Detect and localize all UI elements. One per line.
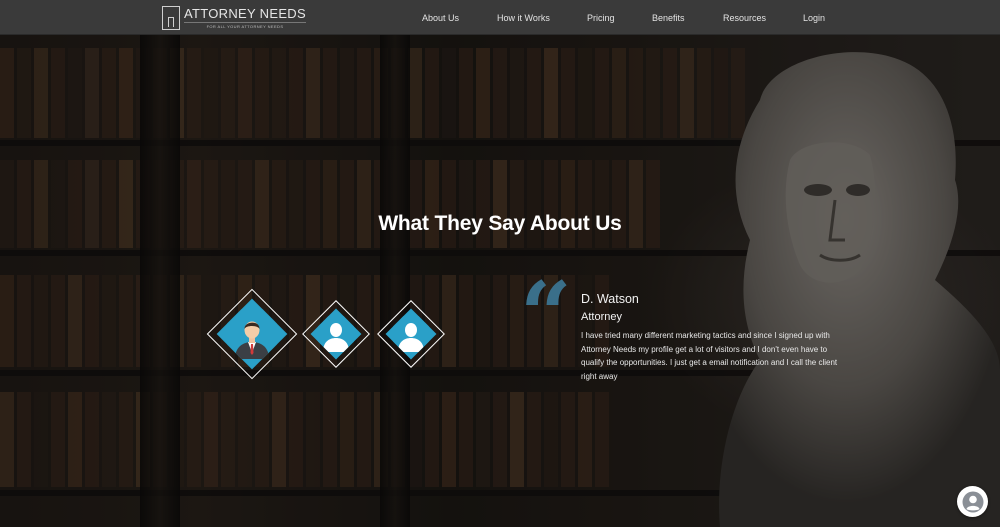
nav-about-us[interactable]: About Us — [422, 13, 497, 23]
testimonial-avatar[interactable] — [302, 300, 370, 368]
section-heading: What They Say About Us — [378, 212, 622, 235]
avatar-photo — [216, 298, 288, 370]
testimonial-text: I have tried many different marketing ta… — [581, 331, 838, 381]
user-chat-icon — [962, 491, 983, 512]
chat-button[interactable] — [957, 486, 988, 517]
main-nav: About Us How it Works Pricing Benefits R… — [422, 0, 825, 35]
top-navbar: ATTORNEY NEEDS FOR ALL YOUR ATTORNEY NEE… — [0, 0, 1000, 35]
testimonial-avatar[interactable] — [377, 300, 445, 368]
quote-mark-icon: “ — [520, 262, 572, 368]
nav-pricing[interactable]: Pricing — [587, 13, 652, 23]
person-avatar-icon — [318, 316, 354, 352]
businessman-icon — [227, 309, 277, 359]
person-avatar-icon — [393, 316, 429, 352]
testimonial-avatar-active[interactable] — [206, 288, 298, 380]
dark-overlay — [0, 0, 1000, 527]
nav-resources[interactable]: Resources — [723, 13, 803, 23]
site-logo[interactable]: ATTORNEY NEEDS FOR ALL YOUR ATTORNEY NEE… — [162, 5, 306, 31]
testimonial-name: D. Watson — [581, 292, 639, 306]
logo-tagline: FOR ALL YOUR ATTORNEY NEEDS — [184, 22, 306, 29]
logo-title: ATTORNEY NEEDS — [184, 6, 306, 21]
nav-how-it-works[interactable]: How it Works — [497, 13, 587, 23]
nav-benefits[interactable]: Benefits — [652, 13, 723, 23]
testimonial-role: Attorney — [581, 311, 622, 323]
logo-door-icon — [162, 6, 180, 30]
nav-login[interactable]: Login — [803, 13, 825, 23]
logo-text: ATTORNEY NEEDS FOR ALL YOUR ATTORNEY NEE… — [184, 7, 306, 29]
